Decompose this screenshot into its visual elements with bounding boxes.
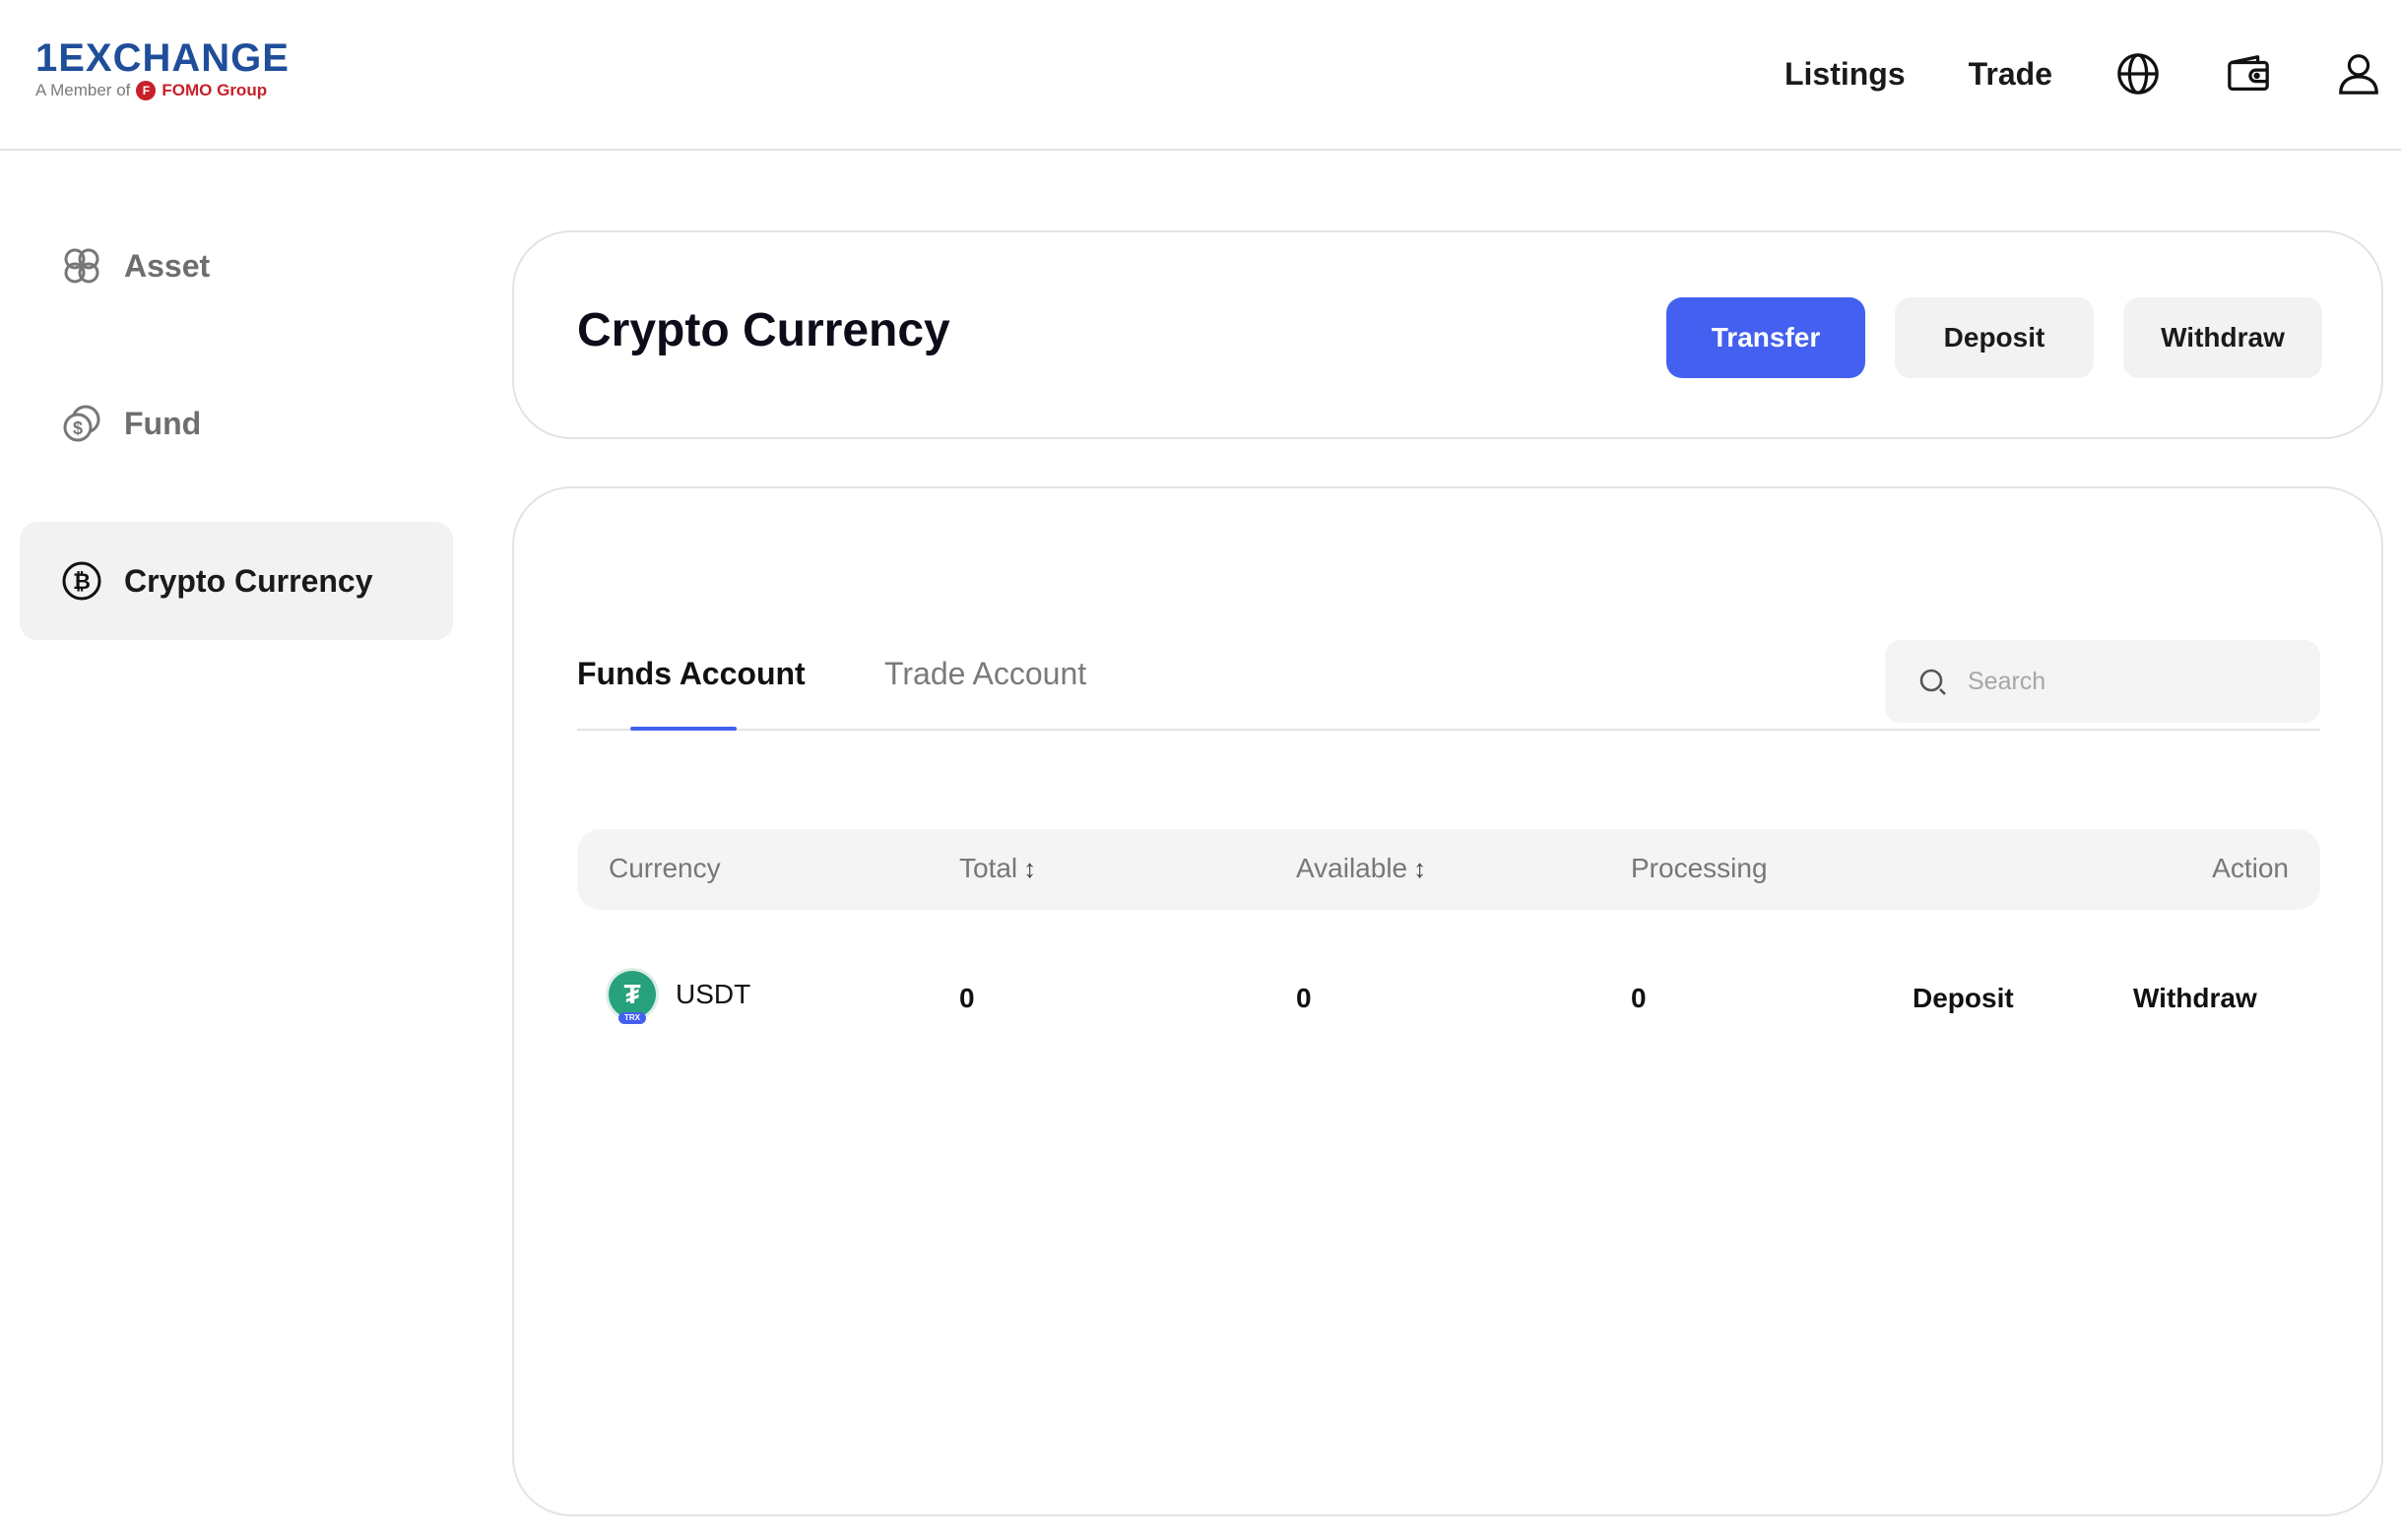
withdraw-button[interactable]: Withdraw	[2123, 297, 2322, 378]
tagline-group: FOMO Group	[162, 81, 268, 99]
sidebar-item-label: Fund	[124, 405, 202, 441]
tab-trade-account[interactable]: Trade Account	[884, 656, 1086, 692]
sort-icon[interactable]: ↕	[1023, 854, 1036, 884]
column-header-currency: Currency	[609, 853, 721, 884]
fomo-logo-icon: F	[136, 81, 157, 100]
sidebar-item-fund[interactable]: $ Fund	[20, 364, 453, 482]
column-label: Currency	[609, 853, 721, 883]
column-label: Processing	[1631, 853, 1768, 883]
sidebar-item-label: Crypto Currency	[124, 562, 373, 599]
total-value: 0	[959, 983, 975, 1013]
globe-icon[interactable]	[2115, 51, 2161, 96]
wallet-icon[interactable]	[2226, 51, 2271, 96]
column-header-total[interactable]: Total ↕	[959, 853, 1036, 884]
sidebar-item-asset[interactable]: Asset	[20, 207, 453, 325]
table-row: ₮ TRX USDT 0 0 0 Deposit Withdraw	[577, 951, 2320, 1059]
deposit-button[interactable]: Deposit	[1895, 297, 2094, 378]
active-tab-indicator	[630, 727, 737, 731]
svg-text:₿: ₿	[73, 569, 91, 594]
top-nav: Listings Trade	[1785, 0, 2401, 148]
bitcoin-icon: ₿	[61, 560, 102, 602]
usdt-icon: ₮ TRX	[609, 971, 656, 1024]
user-icon[interactable]	[2336, 51, 2381, 96]
nav-trade-link[interactable]: Trade	[1969, 56, 2052, 93]
nav-listings-link[interactable]: Listings	[1785, 56, 1906, 93]
brand-logo[interactable]: 1EXCHANGE A Member of F FOMO Group	[35, 37, 311, 102]
tab-funds-account[interactable]: Funds Account	[577, 656, 806, 692]
column-label: Total	[959, 853, 1018, 883]
column-header-available[interactable]: Available ↕	[1296, 853, 1426, 884]
account-table-card: Funds Account Trade Account Currency Tot…	[512, 486, 2383, 1516]
sort-icon[interactable]: ↕	[1413, 854, 1426, 884]
processing-value: 0	[1631, 983, 1647, 1013]
page-title: Crypto Currency	[577, 304, 950, 356]
search-box[interactable]	[1885, 640, 2320, 723]
transfer-button[interactable]: Transfer	[1666, 297, 1865, 378]
sidebar-item-crypto-currency[interactable]: ₿ Crypto Currency	[20, 522, 453, 640]
logo-tagline: A Member of F FOMO Group	[35, 81, 311, 100]
column-header-action: Action	[2212, 853, 2289, 884]
available-value: 0	[1296, 983, 1312, 1013]
network-badge: TRX	[618, 1012, 646, 1024]
table-header: Currency Total ↕ Available ↕ Processing …	[577, 829, 2320, 910]
currency-name: USDT	[676, 979, 751, 1009]
search-input[interactable]	[1968, 667, 2303, 696]
currency-cell: ₮ TRX USDT	[609, 971, 751, 1024]
top-navigation-bar: 1EXCHANGE A Member of F FOMO Group Listi…	[0, 0, 2401, 151]
column-label: Action	[2212, 853, 2289, 883]
svg-text:$: $	[73, 418, 83, 438]
column-label: Available	[1296, 853, 1408, 883]
sidebar: Asset $ Fund ₿ Crypto Currency	[20, 207, 453, 679]
row-deposit-link[interactable]: Deposit	[1913, 983, 2014, 1014]
row-withdraw-link[interactable]: Withdraw	[2133, 983, 2257, 1014]
search-icon	[1918, 667, 1948, 696]
tagline-prefix: A Member of	[35, 81, 131, 99]
column-header-processing: Processing	[1631, 853, 1768, 884]
coins-icon: $	[61, 403, 102, 444]
sidebar-item-label: Asset	[124, 247, 211, 284]
asset-icon	[61, 245, 102, 287]
page-header-card: Crypto Currency Transfer Deposit Withdra…	[512, 230, 2383, 439]
logo-text: 1EXCHANGE	[35, 36, 290, 80]
